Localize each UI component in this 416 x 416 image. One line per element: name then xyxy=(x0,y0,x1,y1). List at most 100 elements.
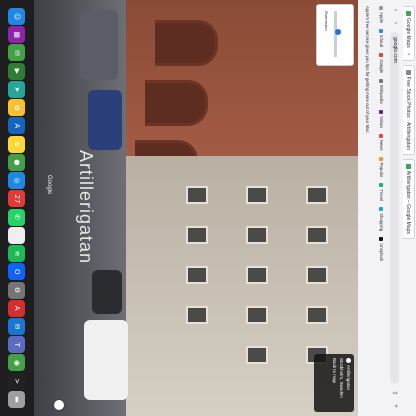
bookmark-label: Apple xyxy=(379,12,384,23)
bookmark-favicon-icon xyxy=(379,237,384,242)
launchpad-icon[interactable]: ▦ xyxy=(8,26,26,44)
bookmark-item[interactable]: Popular xyxy=(379,156,384,178)
tab-label: Artillerigatan – Google Maps xyxy=(405,170,412,234)
back-to-map-link[interactable]: Back to map xyxy=(332,358,337,383)
app-store-icon[interactable]: A xyxy=(8,117,26,135)
tab-label: Google Maps xyxy=(405,18,412,48)
new-tab-icon[interactable]: + xyxy=(391,402,399,410)
place-title: Artillerigatan xyxy=(346,365,351,391)
chrome-icon[interactable]: ◉ xyxy=(8,354,26,372)
facetime-icon[interactable]: ▶ xyxy=(8,62,26,80)
trash-icon[interactable]: ▬ xyxy=(8,390,26,408)
building-window xyxy=(246,226,268,244)
street-name-label: Artillerigatan xyxy=(76,150,96,265)
bookmark-favicon-icon xyxy=(379,6,384,10)
page-favicon-icon xyxy=(406,69,411,75)
building-window xyxy=(246,266,268,284)
mini-map-label: Östermalm xyxy=(324,11,329,31)
bookmark-label: Yahoo xyxy=(379,115,384,128)
bookmark-label: Popular xyxy=(379,162,384,178)
street-view[interactable]: Artillerigatan Google Östermalm Artiller… xyxy=(34,0,358,416)
place-subtitle: Stockholm, Sweden xyxy=(339,358,344,398)
outlook-icon[interactable]: O xyxy=(8,263,26,281)
messages-icon[interactable]: ✉ xyxy=(8,44,26,62)
share-icon[interactable]: ⇪ xyxy=(391,389,399,397)
bookmark-label: News xyxy=(379,139,384,151)
building-window xyxy=(186,226,208,244)
bookmark-label: Google xyxy=(379,59,384,74)
parked-car xyxy=(92,270,122,314)
mail-icon[interactable]: ✉ xyxy=(8,317,26,335)
tab-label: Free Stock Photos · Artillerigatan xyxy=(405,76,412,150)
bookmark-item[interactable]: News xyxy=(379,133,384,151)
back-icon[interactable]: ‹ xyxy=(391,6,399,14)
bookmark-favicon-icon xyxy=(379,109,384,114)
maps-icon[interactable]: ➤ xyxy=(8,80,26,98)
bookmark-favicon-icon xyxy=(379,207,384,212)
settings-icon[interactable]: ⚙ xyxy=(8,281,26,299)
building-window xyxy=(186,266,208,284)
spotify-icon[interactable]: ≋ xyxy=(8,245,26,263)
notice-text: Apple's free service gives you tips for … xyxy=(365,6,371,134)
bookmark-label: Wikipedia xyxy=(379,85,384,104)
address-bar[interactable]: google.com xyxy=(390,32,400,384)
maps-favicon-icon xyxy=(406,11,411,16)
bookmarks-bar: Apple iCloud Google Wikipedia Yahoo News Popul… xyxy=(376,6,387,410)
bookmark-item[interactable]: iCloud xyxy=(379,29,384,47)
mini-map[interactable]: Östermalm xyxy=(316,4,354,66)
calendar-icon[interactable]: 27 xyxy=(8,190,26,208)
bookmark-label: Shopping xyxy=(379,213,384,232)
acrobat-icon[interactable]: A xyxy=(8,299,26,317)
bookmark-item[interactable]: Google xyxy=(379,53,384,73)
notes-icon[interactable]: ≡ xyxy=(8,135,26,153)
browser-chrome: Google Maps × Free Stock Photos · Artill… xyxy=(357,0,416,416)
teams-icon[interactable]: T xyxy=(8,336,26,354)
forward-icon[interactable]: › xyxy=(391,19,399,27)
terminal-icon[interactable]: > xyxy=(8,372,26,390)
bookmark-item[interactable]: Travel xyxy=(379,183,384,201)
photos-icon[interactable]: ✿ xyxy=(8,99,26,117)
compass-icon[interactable] xyxy=(54,400,64,410)
bookmark-label: Travel xyxy=(379,189,384,202)
location-pin-icon xyxy=(335,29,341,35)
building-window xyxy=(246,186,268,204)
building-window xyxy=(306,226,328,244)
finder-icon[interactable]: ☺ xyxy=(8,8,26,25)
facetime-icon-2[interactable]: ● xyxy=(8,153,26,171)
bookmark-item[interactable]: Unsplash xyxy=(379,237,384,261)
bookmark-item[interactable]: Yahoo xyxy=(379,109,384,128)
whatsapp-icon[interactable]: ✆ xyxy=(8,208,26,226)
bookmark-item[interactable]: Wikipedia xyxy=(379,79,384,104)
parked-van xyxy=(88,90,122,150)
bookmark-favicon-icon xyxy=(379,53,384,58)
info-notice: Apple's free service gives you tips for … xyxy=(362,6,374,410)
back-arrow-icon[interactable] xyxy=(346,358,351,363)
parked-car xyxy=(80,10,118,80)
tab-stock-photos[interactable]: Free Stock Photos · Artillerigatan xyxy=(403,64,415,155)
reminders-icon[interactable]: ✓ xyxy=(8,226,26,244)
bookmark-item[interactable]: Apple xyxy=(379,6,384,23)
building-window xyxy=(246,306,268,324)
screen: Google Maps × Free Stock Photos · Artill… xyxy=(0,0,416,416)
building-window xyxy=(186,186,208,204)
bookmark-favicon-icon xyxy=(379,183,384,188)
tab-google-maps[interactable]: Google Maps × xyxy=(403,6,415,61)
tab-bar: Google Maps × Free Stock Photos · Artill… xyxy=(402,0,416,416)
building-window xyxy=(246,346,268,364)
safari-icon[interactable]: ◎ xyxy=(8,172,26,190)
bookmark-label: Unsplash xyxy=(379,243,384,262)
building-window xyxy=(186,306,208,324)
building-window xyxy=(306,266,328,284)
building-window xyxy=(306,306,328,324)
bookmark-favicon-icon xyxy=(379,29,384,33)
bookmark-favicon-icon xyxy=(379,79,384,84)
dock: ☺ ▦ ✉ ▶ ➤ ✿ A ≡ ● ◎ 27 ✆ ✓ ≋ O ⚙ A ✉ T ◉ > ▬ xyxy=(0,0,34,416)
bookmark-label: iCloud xyxy=(379,35,384,48)
close-tab-icon[interactable]: × xyxy=(406,53,412,56)
bookmark-item[interactable]: Shopping xyxy=(379,207,384,231)
bookmark-favicon-icon xyxy=(379,133,384,138)
maps-favicon-icon xyxy=(406,163,411,169)
building-arch xyxy=(155,20,218,66)
address-text: google.com xyxy=(392,37,398,63)
tab-artillerigatan[interactable]: Artillerigatan – Google Maps xyxy=(403,158,415,239)
